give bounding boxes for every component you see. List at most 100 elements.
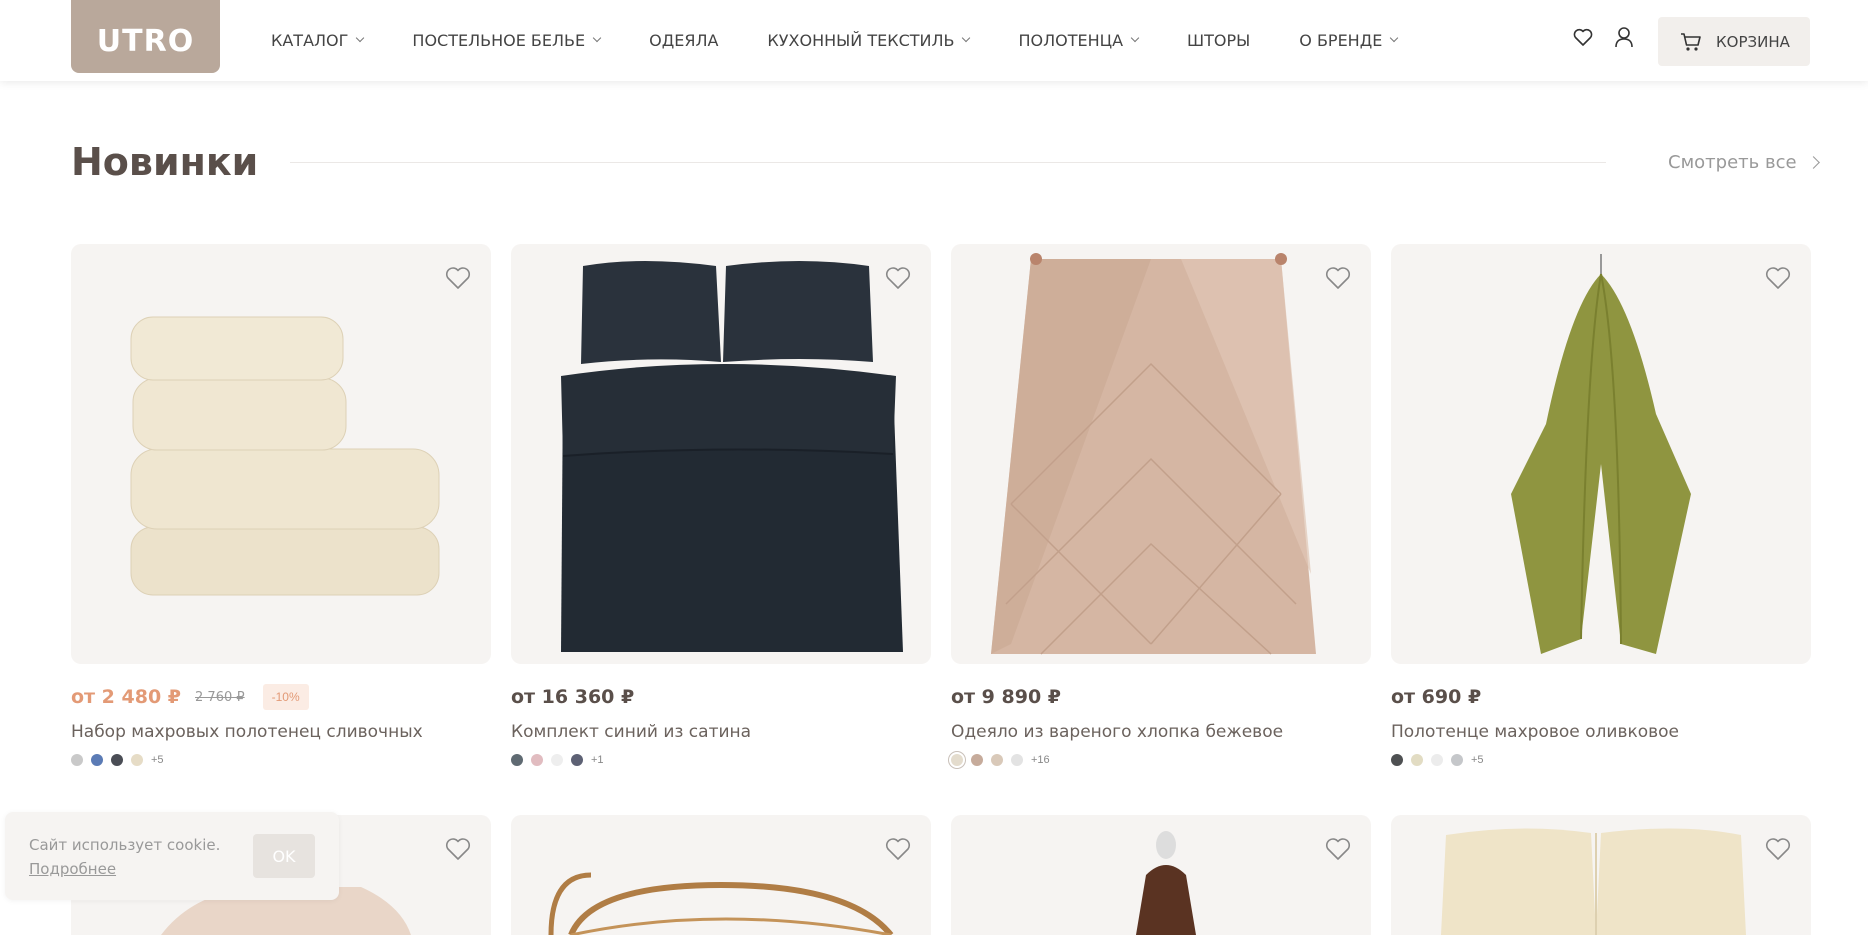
chevron-down-icon xyxy=(1130,33,1140,43)
product-image[interactable] xyxy=(1391,815,1811,935)
heart-icon[interactable] xyxy=(1570,24,1596,50)
pillow-image xyxy=(1441,828,1746,935)
nav-item-about[interactable]: О БРЕНДЕ xyxy=(1299,31,1399,50)
color-swatches: +16 xyxy=(951,754,1371,766)
price-row: от 16 360 ₽ xyxy=(511,682,931,712)
main-nav: КАТАЛОГ ПОСТЕЛЬНОЕ БЕЛЬЕ ОДЕЯЛА КУХОННЫЙ… xyxy=(271,0,1446,81)
product-image[interactable] xyxy=(71,244,491,664)
cart-label: КОРЗИНА xyxy=(1716,32,1790,51)
product-card[interactable]: от 16 360 ₽ Комплект синий из сатина +1 xyxy=(511,244,931,766)
more-colors-count[interactable]: +16 xyxy=(1031,754,1050,766)
towel-stack-image xyxy=(130,316,440,596)
hanging-towel-image xyxy=(1136,831,1196,935)
nav-label: КУХОННЫЙ ТЕКСТИЛЬ xyxy=(767,31,955,50)
color-swatches: +1 xyxy=(511,754,931,766)
cookie-more-link[interactable]: Подробнее xyxy=(29,860,116,878)
product-price: от 9 890 ₽ xyxy=(951,686,1062,708)
favorite-heart-icon[interactable] xyxy=(885,266,911,292)
product-name[interactable]: Одеяло из вареного хлопка бежевое xyxy=(951,722,1371,742)
color-swatch[interactable] xyxy=(1431,754,1443,766)
towel-olive-image xyxy=(1511,254,1691,654)
site-header: UTRO КАТАЛОГ ПОСТЕЛЬНОЕ БЕЛЬЕ ОДЕЯЛА КУХ… xyxy=(0,0,1868,81)
favorite-heart-icon[interactable] xyxy=(885,837,911,863)
chevron-down-icon xyxy=(592,33,602,43)
color-swatches: +5 xyxy=(1391,754,1811,766)
cart-icon xyxy=(1681,32,1701,51)
nav-item-catalog[interactable]: КАТАЛОГ xyxy=(271,31,365,50)
more-colors-count[interactable]: +5 xyxy=(1471,754,1484,766)
color-swatch[interactable] xyxy=(1451,754,1463,766)
color-swatch[interactable] xyxy=(71,754,83,766)
product-image[interactable] xyxy=(511,244,931,664)
color-swatch[interactable] xyxy=(511,754,523,766)
nav-label: ПОЛОТЕНЦА xyxy=(1018,31,1124,50)
favorite-heart-icon[interactable] xyxy=(445,266,471,292)
discount-badge: -10% xyxy=(262,684,309,710)
view-all-link[interactable]: Смотреть все xyxy=(1668,152,1820,173)
product-card[interactable] xyxy=(1391,815,1811,935)
product-old-price: 2 760 ₽ xyxy=(195,689,245,705)
product-name[interactable]: Полотенце махровое оливковое xyxy=(1391,722,1811,742)
product-card[interactable]: от 690 ₽ Полотенце махровое оливковое +5 xyxy=(1391,244,1811,766)
product-card[interactable]: от 2 480 ₽ 2 760 ₽ -10% Набор махровых п… xyxy=(71,244,491,766)
color-swatch[interactable] xyxy=(111,754,123,766)
price-row: от 690 ₽ xyxy=(1391,682,1811,712)
product-image[interactable] xyxy=(1391,244,1811,664)
color-swatch[interactable] xyxy=(1011,754,1023,766)
product-card[interactable]: от 9 890 ₽ Одеяло из вареного хлопка беж… xyxy=(951,244,1371,766)
nav-item-kitchen-textile[interactable]: КУХОННЫЙ ТЕКСТИЛЬ xyxy=(767,31,971,50)
color-swatch[interactable] xyxy=(951,754,963,766)
nav-item-bedding[interactable]: ПОСТЕЛЬНОЕ БЕЛЬЕ xyxy=(412,31,602,50)
color-swatches: +5 xyxy=(71,754,491,766)
price-row: от 2 480 ₽ 2 760 ₽ -10% xyxy=(71,682,491,712)
favorite-heart-icon[interactable] xyxy=(1325,266,1351,292)
nav-item-blankets[interactable]: ОДЕЯЛА xyxy=(649,31,718,50)
product-image[interactable] xyxy=(511,815,931,935)
favorite-heart-icon[interactable] xyxy=(1765,837,1791,863)
product-image[interactable] xyxy=(951,815,1371,935)
color-swatch[interactable] xyxy=(991,754,1003,766)
nav-label: О БРЕНДЕ xyxy=(1299,31,1383,50)
product-price: от 2 480 ₽ xyxy=(71,686,182,708)
color-swatch[interactable] xyxy=(971,754,983,766)
nav-item-towels[interactable]: ПОЛОТЕНЦА xyxy=(1018,31,1140,50)
title-divider xyxy=(290,162,1606,163)
product-image[interactable] xyxy=(951,244,1371,664)
nav-label: КАТАЛОГ xyxy=(271,31,349,50)
product-name[interactable]: Набор махровых полотенец сливочных xyxy=(71,722,491,742)
brand-logo[interactable]: UTRO xyxy=(71,0,220,73)
product-price: от 690 ₽ xyxy=(1391,686,1482,708)
price-row: от 9 890 ₽ xyxy=(951,682,1371,712)
nav-label: ШТОРЫ xyxy=(1187,31,1251,50)
blanket-beige-image xyxy=(991,253,1316,655)
user-icon[interactable] xyxy=(1611,24,1637,50)
color-swatch[interactable] xyxy=(1411,754,1423,766)
product-price: от 16 360 ₽ xyxy=(511,686,635,708)
color-swatch[interactable] xyxy=(91,754,103,766)
product-name[interactable]: Комплект синий из сатина xyxy=(511,722,931,742)
more-colors-count[interactable]: +1 xyxy=(591,754,604,766)
view-all-label: Смотреть все xyxy=(1668,152,1797,173)
chevron-right-icon xyxy=(1806,156,1820,169)
color-swatch[interactable] xyxy=(571,754,583,766)
product-card[interactable] xyxy=(951,815,1371,935)
favorite-heart-icon[interactable] xyxy=(1325,837,1351,863)
cart-button[interactable]: КОРЗИНА xyxy=(1658,17,1810,66)
section-title: Новинки xyxy=(71,140,259,184)
color-swatch[interactable] xyxy=(531,754,543,766)
color-swatch[interactable] xyxy=(1391,754,1403,766)
product-card[interactable] xyxy=(511,815,931,935)
favorite-heart-icon[interactable] xyxy=(445,837,471,863)
nav-item-curtains[interactable]: ШТОРЫ xyxy=(1187,31,1250,50)
cookie-message: Сайт использует cookie. xyxy=(29,836,221,854)
bedding-dark-image xyxy=(561,261,903,652)
cookie-ok-button[interactable]: OK xyxy=(253,834,315,878)
header-icons xyxy=(1570,24,1652,50)
color-swatch[interactable] xyxy=(131,754,143,766)
color-swatch[interactable] xyxy=(551,754,563,766)
favorite-heart-icon[interactable] xyxy=(1765,266,1791,292)
more-colors-count[interactable]: +5 xyxy=(151,754,164,766)
nav-label: ПОСТЕЛЬНОЕ БЕЛЬЕ xyxy=(412,31,586,50)
chevron-down-icon xyxy=(962,33,971,43)
cookie-banner: Сайт использует cookie. Подробнее OK xyxy=(5,812,339,900)
